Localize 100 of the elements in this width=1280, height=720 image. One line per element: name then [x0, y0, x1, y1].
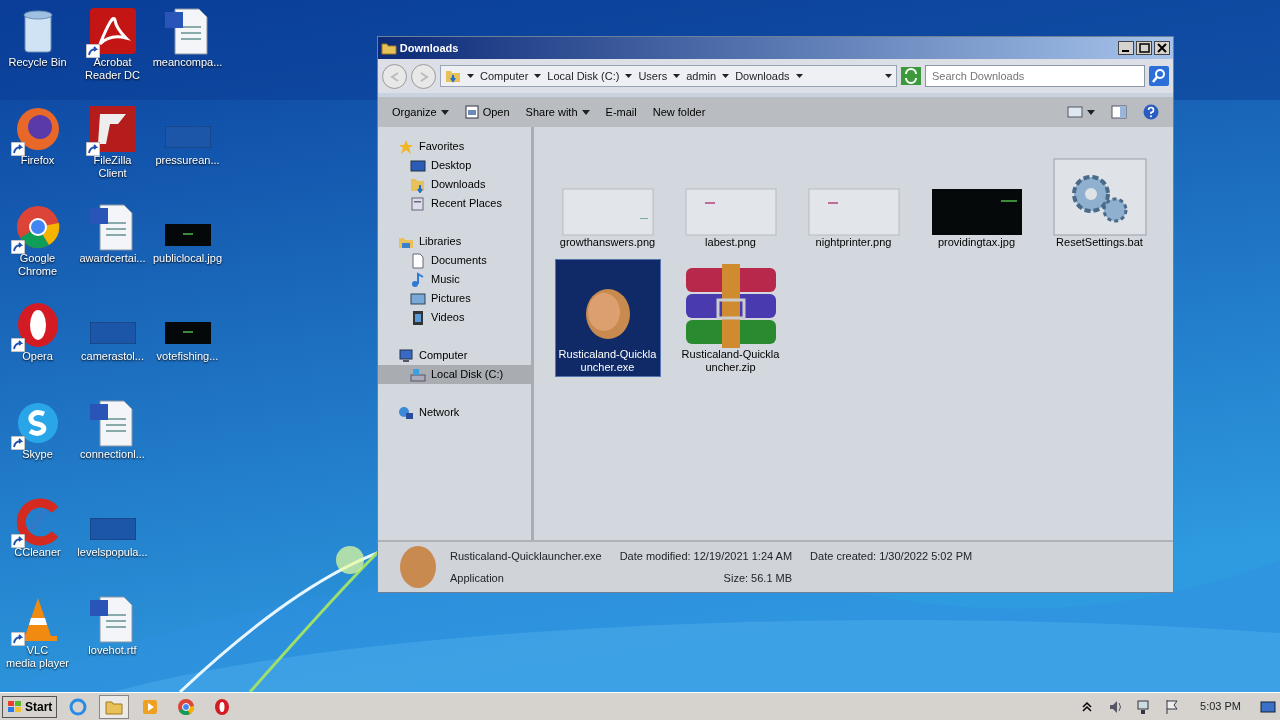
nav-item[interactable]: Documents — [378, 251, 531, 270]
nav-item[interactable]: Computer — [378, 346, 531, 365]
picture-frame-icon — [410, 290, 426, 307]
window-title: Downloads — [399, 40, 459, 56]
caret-icon[interactable] — [722, 74, 730, 78]
breadcrumb-item[interactable]: Local Disk (C:) — [547, 67, 620, 85]
document-icon — [410, 252, 426, 269]
letter-o-icon — [213, 697, 232, 716]
file-item[interactable]: nightprinter.png — [800, 141, 907, 259]
desktop-icon-label[interactable]: Google Chrome — [17, 252, 58, 278]
monitor-icon — [410, 157, 426, 174]
nav-item[interactable]: Downloads — [378, 175, 531, 194]
gears-icon — [1052, 158, 1147, 236]
caret-icon[interactable] — [795, 74, 803, 78]
caret-icon[interactable] — [467, 74, 474, 78]
desktop-icon-label[interactable]: FileZilla Client — [93, 154, 132, 180]
minimize-icon — [1122, 50, 1129, 52]
desktop-icon-label[interactable]: camerastol... — [81, 350, 144, 363]
file-item[interactable]: Rusticaland-Quicklauncher.exe — [554, 259, 661, 377]
file-item[interactable]: Rusticaland-Quicklauncher.zip — [677, 259, 784, 377]
date-created: Date created: 1/30/2022 5:02 PM — [810, 549, 973, 564]
desktop-icon-label[interactable]: CCleaner — [14, 546, 61, 559]
file-type: Application — [450, 570, 505, 586]
file-name: Rusticaland-Quicklauncher.exe — [450, 549, 602, 564]
close-icon — [1157, 43, 1167, 53]
file-size: Size: 56.1 MB — [722, 570, 793, 586]
breadcrumb-item[interactable]: admin — [686, 67, 717, 85]
minimize-button[interactable] — [1118, 41, 1134, 55]
nav-item[interactable]: Network — [378, 403, 531, 422]
taskbar-app-button[interactable] — [99, 694, 130, 719]
desktop-icon-label[interactable]: levelspopula... — [77, 546, 148, 559]
search-field[interactable]: Search Downloads — [925, 65, 1145, 87]
search-button[interactable] — [1149, 66, 1169, 86]
menu-button[interactable]: Share with — [519, 101, 596, 123]
document-icon — [410, 195, 426, 212]
maximize-button[interactable] — [1136, 41, 1152, 55]
desktop-icon-label[interactable]: Acrobat Reader DC — [85, 56, 140, 82]
menu-button[interactable]: Organize — [386, 101, 455, 123]
date-modified: Date modified: 12/19/2021 1:24 AM — [619, 549, 793, 564]
star-icon — [398, 138, 414, 155]
flag-icon — [1164, 697, 1181, 716]
image-thumbnail — [164, 322, 211, 344]
folder-icon — [410, 176, 426, 193]
start-button[interactable]: Start — [2, 695, 58, 718]
caret-icon[interactable] — [625, 74, 633, 78]
caret-icon — [1087, 109, 1095, 115]
desktop-icon-label[interactable]: connectionl... — [80, 448, 145, 461]
film-icon — [410, 309, 426, 326]
browser-icon — [69, 697, 88, 716]
windows-logo — [7, 699, 23, 714]
window-icon — [464, 105, 479, 119]
nav-item[interactable]: Local Disk (C:) — [378, 365, 531, 384]
file-item[interactable]: growthanswers.png — [554, 141, 661, 259]
image-thumbnail — [164, 126, 211, 148]
view-icon — [1067, 106, 1083, 118]
refresh-button[interactable] — [901, 66, 921, 86]
nav-item[interactable]: Videos — [378, 308, 531, 327]
folder-icon — [445, 68, 461, 84]
nav-item[interactable]: Desktop — [378, 156, 531, 175]
clock[interactable]: 5:03 PM — [1189, 698, 1252, 715]
breadcrumb-item[interactable]: Computer — [480, 67, 529, 85]
monitor-icon — [398, 347, 414, 364]
drive-icon — [410, 366, 426, 383]
desktop-icon-label[interactable]: meancompa... — [152, 56, 223, 69]
desktop-icon-label[interactable]: Skype — [22, 448, 53, 461]
close-button[interactable] — [1154, 41, 1170, 55]
pdf-icon — [87, 6, 138, 56]
file-item[interactable]: ResetSettings.bat — [1046, 141, 1153, 259]
caret-icon[interactable] — [885, 74, 892, 78]
nav-item[interactable]: Favorites — [378, 137, 531, 156]
nav-item[interactable]: Pictures — [378, 289, 531, 308]
folder-icon — [381, 40, 397, 56]
desktop-icon-label[interactable]: Opera — [22, 350, 53, 363]
maximize-icon — [1139, 43, 1150, 53]
breadcrumb-item[interactable]: Users — [638, 67, 668, 85]
globe-icon — [398, 404, 414, 421]
desktop-icon-label[interactable]: Firefox — [20, 154, 55, 167]
app-icon — [87, 104, 138, 154]
browser-icon — [177, 697, 196, 716]
toolbar-button[interactable]: New folder — [646, 101, 712, 123]
desktop-icon-label[interactable]: pressurean... — [155, 154, 220, 167]
file-item[interactable]: providingtax.jpg — [923, 141, 1030, 259]
desktop-icon-label[interactable]: publiclocal.jpg — [152, 252, 223, 265]
image-thumbnail — [164, 224, 211, 246]
music-note-icon — [410, 271, 426, 288]
desktop-icon-label[interactable]: awardcertai... — [79, 252, 146, 265]
nav-item[interactable]: Libraries — [378, 232, 531, 251]
file-item[interactable]: labest.png — [677, 141, 784, 259]
breadcrumb-item[interactable]: Downloads — [735, 67, 790, 85]
image-thumbnail — [89, 518, 136, 540]
caret-icon[interactable] — [673, 74, 681, 78]
play-icon — [141, 697, 160, 716]
caret-icon[interactable] — [534, 74, 542, 78]
desktop-icon-label[interactable]: votefishing... — [156, 350, 219, 363]
nav-item[interactable]: Music — [378, 270, 531, 289]
nav-item[interactable]: Recent Places — [378, 194, 531, 213]
toolbar-button[interactable]: Open — [458, 101, 516, 123]
toolbar-button[interactable]: E-mail — [599, 101, 643, 123]
image-thumbnail — [89, 322, 136, 344]
desktop-icon-label[interactable]: Recycle Bin — [8, 56, 67, 69]
